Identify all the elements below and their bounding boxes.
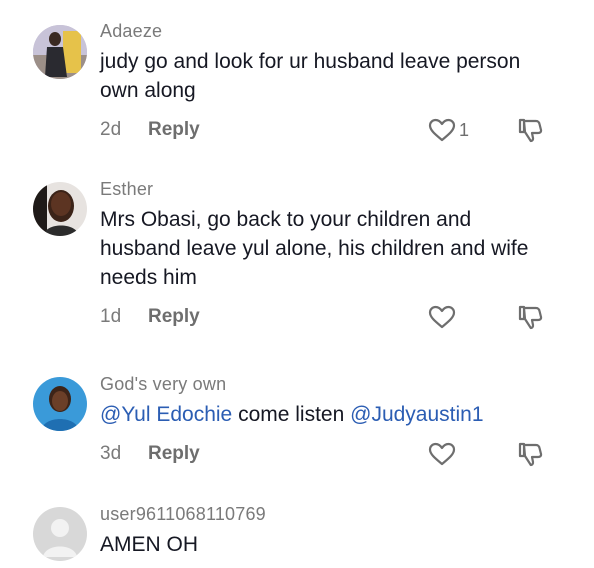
comment-username[interactable]: Esther (100, 179, 153, 200)
comment-item: user9611068110769 AMEN OH (0, 495, 594, 568)
comment-item: Adaeze judy go and look for ur husband l… (0, 0, 594, 170)
comment-text: Mrs Obasi, go back to your children and … (100, 208, 529, 289)
avatar[interactable] (33, 25, 87, 79)
comment-item: Esther Mrs Obasi, go back to your childr… (0, 170, 594, 360)
like-button[interactable]: 1 (428, 118, 469, 142)
comment-meta: 1d Reply (100, 306, 200, 328)
comment-date: 2d (100, 119, 122, 140)
comment-date: 1d (100, 306, 122, 327)
mention-link[interactable]: @Judyaustin1 (350, 403, 483, 426)
comment-text: AMEN OH (100, 533, 199, 556)
comment-text: judy go and look for ur husband leave pe… (100, 50, 521, 102)
heart-icon (428, 442, 456, 466)
comment-meta: 2d Reply (100, 119, 200, 141)
avatar[interactable] (33, 182, 87, 236)
reply-button[interactable]: Reply (148, 306, 200, 327)
comment-username[interactable]: user9611068110769 (100, 504, 266, 525)
like-count: 1 (459, 119, 470, 140)
comment-text-segment: come listen (232, 403, 351, 426)
dislike-button[interactable] (516, 304, 544, 330)
comment-item: God's very own @Yul Edochie come listen … (0, 360, 594, 495)
mention-link[interactable]: @Yul Edochie (100, 403, 232, 426)
heart-icon (428, 118, 456, 142)
like-button[interactable] (428, 305, 459, 329)
comment-meta: 3d Reply (100, 443, 200, 465)
like-button[interactable] (428, 442, 459, 466)
dislike-button[interactable] (516, 117, 544, 143)
comment-username[interactable]: God's very own (100, 374, 226, 395)
comment-username[interactable]: Adaeze (100, 21, 162, 42)
thumbs-down-icon (516, 304, 544, 330)
comment-text: @Yul Edochie come listen @Judyaustin1 (100, 400, 540, 429)
avatar[interactable] (33, 507, 87, 561)
heart-icon (428, 305, 456, 329)
comment-date: 3d (100, 443, 122, 464)
thumbs-down-icon (516, 117, 544, 143)
avatar[interactable] (33, 377, 87, 431)
reply-button[interactable]: Reply (148, 443, 200, 464)
thumbs-down-icon (516, 441, 544, 467)
dislike-button[interactable] (516, 441, 544, 467)
reply-button[interactable]: Reply (148, 119, 200, 140)
